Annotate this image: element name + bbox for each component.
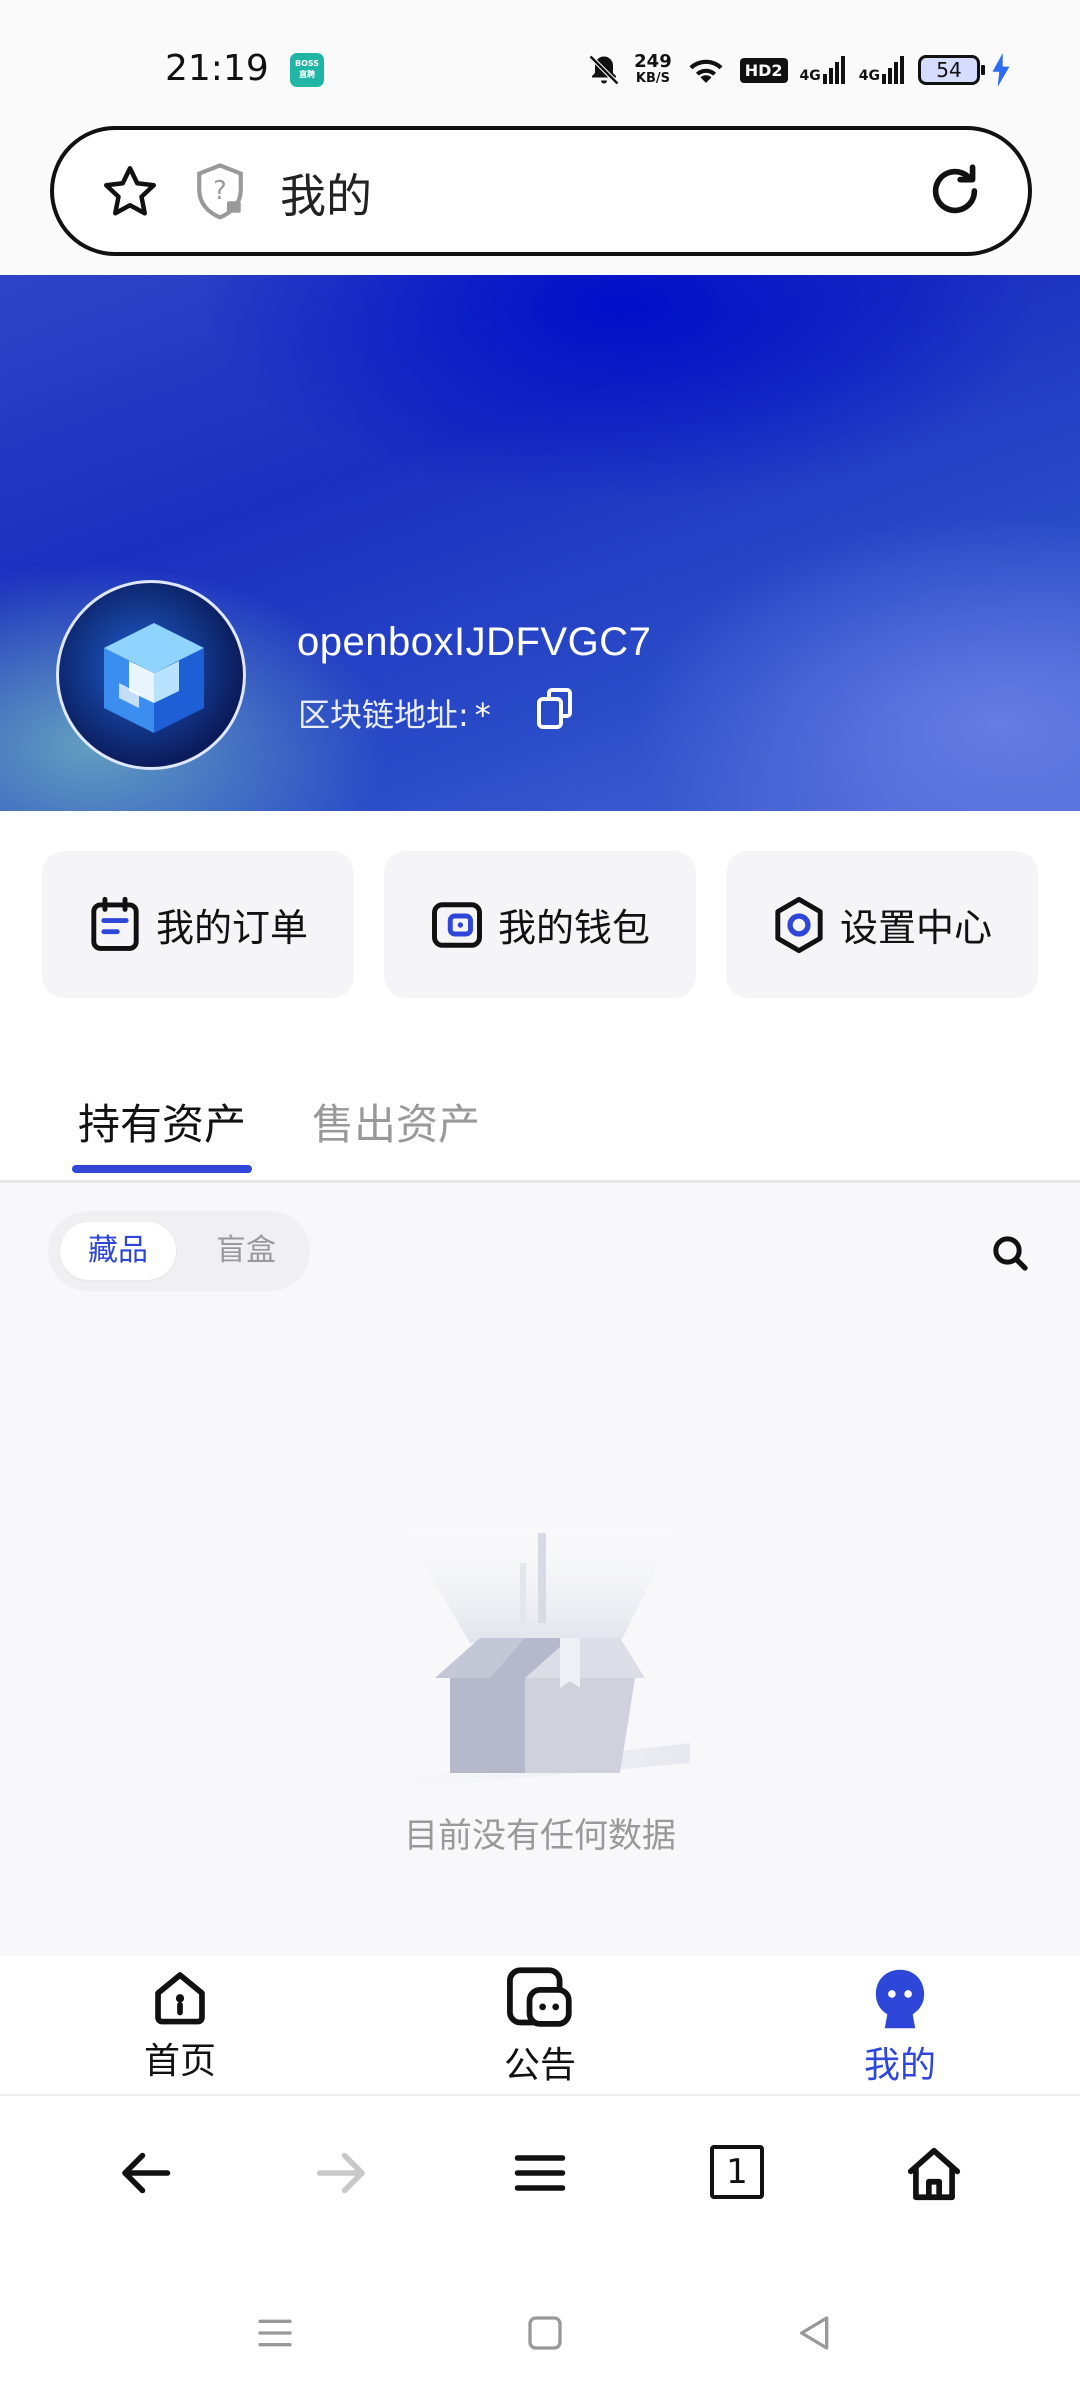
search-icon[interactable] (990, 1233, 1030, 1273)
tab-held-assets[interactable]: 持有资产 (78, 1091, 246, 1152)
empty-state-text: 目前没有任何数据 (404, 1816, 676, 1856)
hd-badge: HD2 (739, 57, 788, 83)
forward-arrow-icon[interactable] (312, 2143, 372, 2203)
boss-app-icon: BOSS 直聘 (290, 53, 324, 87)
settings-center-button[interactable]: 设置中心 (726, 851, 1038, 998)
refresh-icon[interactable] (924, 160, 986, 222)
nav-notice[interactable]: 公告 (440, 1966, 640, 2088)
charging-bolt-icon (992, 53, 1010, 87)
segment-collectibles[interactable]: 藏品 (60, 1222, 176, 1280)
signal-4g-1: 4G (800, 56, 847, 84)
settings-center-label: 设置中心 (839, 906, 992, 950)
my-orders-button[interactable]: 我的订单 (42, 851, 354, 998)
battery-indicator: 54 (918, 55, 985, 85)
network-speed-value: 249 (634, 51, 672, 72)
chain-address-value: * (474, 696, 491, 734)
svg-text:?: ? (213, 175, 226, 205)
profile-banner: openboxIJDFVGC7 区块链地址: * (0, 275, 1080, 811)
my-wallet-label: 我的钱包 (497, 906, 650, 950)
asset-content: 藏品 盲盒 目前没有任何数据 (0, 1183, 1080, 1956)
tab-active-indicator (72, 1165, 252, 1173)
menu-icon[interactable] (510, 2143, 570, 2203)
browser-address-area: ? 我的 (0, 120, 1080, 275)
asset-tabs: 持有资产 售出资产 (0, 1041, 1080, 1183)
bookmark-star-icon[interactable] (100, 162, 160, 222)
nav-profile-label: 我的 (863, 2045, 936, 2086)
status-time: 21:19 (165, 48, 269, 89)
chain-address-label: 区块链地址: (298, 696, 469, 734)
recent-apps-icon[interactable] (255, 2313, 295, 2353)
my-wallet-button[interactable]: 我的钱包 (384, 851, 696, 998)
copy-icon[interactable] (535, 687, 575, 731)
settings-hex-icon (775, 896, 823, 953)
app-bottom-nav: 首页 公告 我的 (0, 1956, 1080, 2096)
address-bar[interactable]: ? 我的 (50, 126, 1032, 256)
nav-home-label: 首页 (143, 2041, 216, 2082)
back-triangle-icon[interactable] (795, 2313, 835, 2353)
signal-label: 4G (858, 68, 880, 84)
status-indicators: 249 KB/S HD2 4G 4G 54 (586, 48, 1010, 92)
home-square-icon[interactable] (525, 2313, 565, 2353)
home-icon (155, 1972, 205, 2025)
security-shield-icon[interactable]: ? (192, 162, 248, 222)
my-orders-label: 我的订单 (155, 906, 308, 950)
wallet-icon (432, 901, 482, 948)
empty-box-illustration (390, 1523, 690, 1788)
nav-notice-label: 公告 (503, 2045, 576, 2086)
notice-icon (507, 1967, 572, 2027)
quick-actions: 我的订单 我的钱包 设置中心 (0, 811, 1080, 1041)
status-bar: 21:19 BOSS 直聘 249 KB/S HD2 4G 4G 54 (0, 0, 1080, 120)
network-speed-unit: KB/S (635, 71, 670, 86)
page-title: 我的 (280, 169, 372, 223)
signal-4g-2: 4G (859, 56, 906, 84)
cube-logo-icon (104, 623, 204, 733)
back-arrow-icon[interactable] (115, 2143, 175, 2203)
calendar-icon (91, 896, 139, 951)
nav-home[interactable]: 首页 (80, 1966, 280, 2084)
segment-blind-box[interactable]: 盲盒 (196, 1222, 296, 1280)
mute-bell-icon (589, 54, 620, 86)
browser-home-icon[interactable] (903, 2143, 965, 2205)
profile-icon (875, 1969, 925, 2029)
browser-toolbar: 1 (0, 2098, 1080, 2248)
avatar[interactable] (56, 580, 246, 770)
signal-bars-icon (882, 56, 904, 84)
tab-sold-assets[interactable]: 售出资产 (312, 1091, 480, 1152)
system-nav-bar (0, 2248, 1080, 2400)
signal-label: 4G (799, 68, 821, 84)
signal-bars-icon (822, 56, 845, 84)
network-speed: 249 KB/S (634, 53, 672, 87)
segment-control: 藏品 盲盒 (48, 1211, 310, 1291)
wifi-icon (689, 59, 723, 83)
chain-address: 区块链地址: * (298, 690, 491, 736)
username: openboxIJDFVGC7 (297, 620, 652, 664)
tab-count-button[interactable]: 1 (710, 2145, 764, 2199)
nav-profile[interactable]: 我的 (800, 1966, 1000, 2088)
